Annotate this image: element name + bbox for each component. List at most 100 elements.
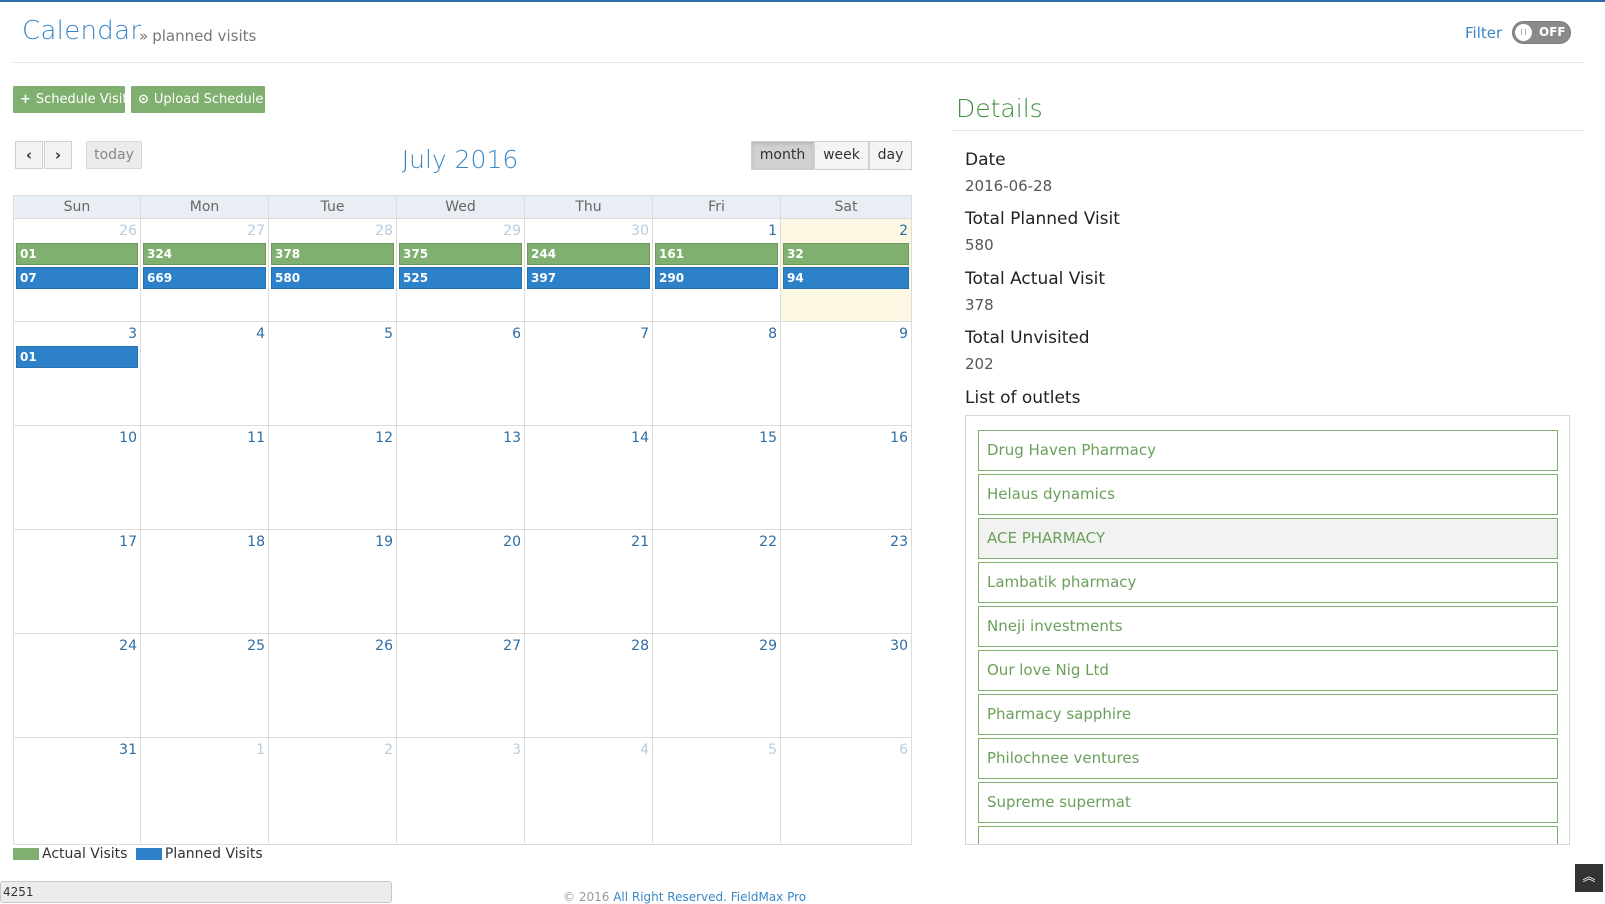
outlet-list-item[interactable]: Philochnee ventures [978, 738, 1558, 779]
calendar-day[interactable]: 24 [14, 634, 141, 737]
calendar-day[interactable]: 25 [141, 634, 269, 737]
next-month-button[interactable]: › [44, 141, 72, 169]
outlet-list-item[interactable]: Nneji investments [978, 606, 1558, 647]
calendar-day[interactable]: 14 [525, 426, 653, 529]
calendar-day[interactable]: 20 [397, 530, 525, 633]
calendar-day[interactable]: 1 161 290 [653, 219, 781, 321]
event-actual-visits[interactable]: 324 [143, 243, 266, 265]
event-actual-visits[interactable]: 375 [399, 243, 522, 265]
schedule-visit-button[interactable]: + Schedule Visit [13, 86, 127, 113]
total-actual-label: Total Actual Visit [965, 269, 1105, 289]
event-actual-visits[interactable]: 01 [16, 243, 138, 265]
calendar-day[interactable]: 8 [653, 322, 781, 425]
today-button[interactable]: today [86, 141, 142, 169]
view-month-button[interactable]: month [751, 141, 814, 170]
calendar-day[interactable]: 10 [14, 426, 141, 529]
upload-schedule-button[interactable]: ⊙ Upload Schedule [131, 86, 265, 113]
day-number: 30 [631, 223, 649, 239]
event-planned-visits[interactable]: 01 [16, 346, 138, 368]
prev-month-button[interactable]: ‹ [15, 141, 43, 169]
day-number: 20 [503, 534, 521, 550]
calendar-day[interactable]: 17 [14, 530, 141, 633]
outlet-list-item[interactable]: ACE PHARMACY [978, 518, 1558, 559]
calendar-day[interactable]: 27 [397, 634, 525, 737]
legend-planned-label: Planned Visits [164, 846, 263, 862]
calendar-day[interactable]: 7 [525, 322, 653, 425]
day-number: 2 [899, 223, 908, 239]
calendar-day[interactable]: 4 [141, 322, 269, 425]
calendar-day[interactable]: 15 [653, 426, 781, 529]
view-week-button[interactable]: week [814, 141, 869, 170]
event-planned-visits[interactable]: 580 [271, 267, 394, 289]
event-planned-visits[interactable]: 397 [527, 267, 650, 289]
calendar-day[interactable]: 28 [525, 634, 653, 737]
calendar-day[interactable]: 3 [397, 738, 525, 843]
day-number: 27 [247, 223, 265, 239]
calendar-day[interactable]: 18 [141, 530, 269, 633]
calendar-day[interactable]: 19 [269, 530, 397, 633]
calendar-day[interactable]: 6 [397, 322, 525, 425]
copyright-link[interactable]: All Right Reserved. FieldMax Pro [613, 890, 806, 904]
day-number: 28 [631, 638, 649, 654]
day-number: 27 [503, 638, 521, 654]
calendar-day[interactable]: 3 01 [14, 322, 141, 425]
event-planned-visits[interactable]: 525 [399, 267, 522, 289]
event-actual-visits[interactable]: 378 [271, 243, 394, 265]
calendar-day[interactable]: 9 [781, 322, 911, 425]
filter-toggle[interactable]: OFF [1512, 21, 1571, 44]
calendar-week-row: 17 18 19 20 21 22 23 [14, 530, 911, 634]
calendar-day[interactable]: 23 [781, 530, 911, 633]
calendar-day[interactable]: 12 [269, 426, 397, 529]
calendar-day[interactable]: 16 [781, 426, 911, 529]
day-number: 25 [247, 638, 265, 654]
day-number: 4 [640, 742, 649, 758]
calendar-day[interactable]: 6 [781, 738, 911, 843]
calendar-day[interactable]: 27 324 669 [141, 219, 269, 321]
day-number: 1 [768, 223, 777, 239]
view-day-button[interactable]: day [869, 141, 912, 170]
filter-label[interactable]: Filter [1465, 24, 1502, 42]
calendar-day[interactable]: 30 244 397 [525, 219, 653, 321]
day-number: 23 [890, 534, 908, 550]
outlet-list-item[interactable]: Supreme supermat [978, 782, 1558, 823]
outlet-list-item[interactable]: Lambatik pharmacy [978, 562, 1558, 603]
calendar-day[interactable]: 4 [525, 738, 653, 843]
outlet-list-item[interactable]: Helaus dynamics [978, 474, 1558, 515]
event-planned-visits[interactable]: 07 [16, 267, 138, 289]
calendar-day[interactable]: 1 [141, 738, 269, 843]
calendar-day-today[interactable]: 2 32 94 [781, 219, 911, 321]
event-planned-visits[interactable]: 290 [655, 267, 778, 289]
calendar-day[interactable]: 11 [141, 426, 269, 529]
calendar-week-row: 24 25 26 27 28 29 30 [14, 634, 911, 738]
event-planned-visits[interactable]: 669 [143, 267, 266, 289]
calendar-day[interactable]: 29 375 525 [397, 219, 525, 321]
scroll-to-top-button[interactable]: ︽ [1575, 864, 1603, 892]
day-number: 2 [384, 742, 393, 758]
calendar-day[interactable]: 31 [14, 738, 141, 843]
calendar-day[interactable]: 13 [397, 426, 525, 529]
calendar-day[interactable]: 30 [781, 634, 911, 737]
calendar-day[interactable]: 28 378 580 [269, 219, 397, 321]
calendar-day[interactable]: 5 [653, 738, 781, 843]
calendar-day[interactable]: 26 01 07 [14, 219, 141, 321]
outlet-list-item[interactable]: Pharmacy sapphire [978, 694, 1558, 735]
day-number: 31 [119, 742, 137, 758]
outlets-list[interactable]: Drug Haven Pharmacy Helaus dynamics ACE PH… [965, 415, 1570, 845]
event-actual-visits[interactable]: 244 [527, 243, 650, 265]
chevron-right-icon: › [54, 146, 62, 164]
event-actual-visits[interactable]: 32 [783, 243, 909, 265]
outlet-list-item[interactable]: Our love Nig Ltd [978, 650, 1558, 691]
calendar-day[interactable]: 29 [653, 634, 781, 737]
event-actual-visits[interactable]: 161 [655, 243, 778, 265]
calendar-day[interactable]: 21 [525, 530, 653, 633]
day-number: 10 [119, 430, 137, 446]
outlet-list-item[interactable]: Drug Haven Pharmacy [978, 430, 1558, 471]
event-planned-visits[interactable]: 94 [783, 267, 909, 289]
calendar-day[interactable]: 26 [269, 634, 397, 737]
calendar-day[interactable]: 22 [653, 530, 781, 633]
copyright-prefix: © 2016 [563, 890, 610, 904]
calendar-day[interactable]: 2 [269, 738, 397, 843]
calendar-day[interactable]: 5 [269, 322, 397, 425]
outlet-list-item-partial[interactable] [978, 826, 1558, 844]
weekday-thu: Thu [525, 196, 653, 219]
